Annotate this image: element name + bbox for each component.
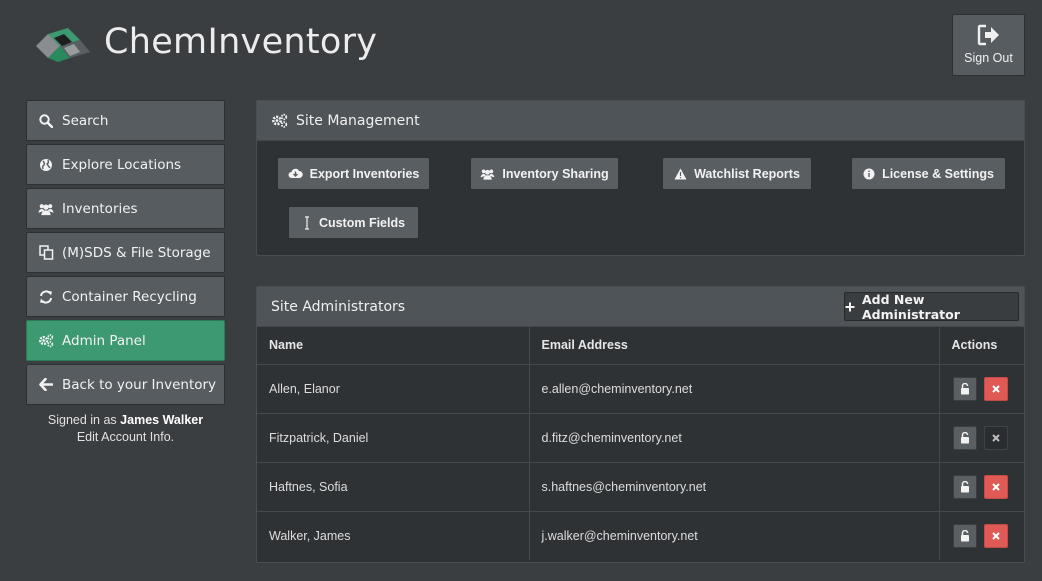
admin-email: s.haftnes@cheminventory.net <box>529 462 940 512</box>
unlock-button[interactable] <box>952 376 977 401</box>
column-header-name: Name <box>257 327 530 365</box>
unlock-icon <box>960 382 969 394</box>
admin-name: Allen, Elanor <box>257 364 530 414</box>
gears-icon <box>38 333 54 349</box>
warning-icon <box>674 168 687 180</box>
export-inventories-button[interactable]: Export Inventories <box>277 157 430 190</box>
admin-actions <box>939 364 1024 414</box>
admin-email: e.allen@cheminventory.net <box>529 364 940 414</box>
admin-email: j.walker@cheminventory.net <box>529 511 940 560</box>
table-row: Allen, Elanor e.allen@cheminventory.net <box>257 364 1024 414</box>
text-cursor-icon <box>302 215 312 230</box>
button-label: Inventory Sharing <box>502 166 609 181</box>
admin-actions <box>939 413 1024 463</box>
unlock-icon <box>960 529 969 542</box>
sign-out-button[interactable]: Sign Out <box>952 14 1025 76</box>
delete-button[interactable] <box>983 474 1008 499</box>
button-label: Watchlist Reports <box>694 166 800 181</box>
unlock-button[interactable] <box>952 523 977 548</box>
sidebar-item-container-recycling[interactable]: Container Recycling <box>26 276 225 317</box>
table-row: Haftnes, Sofia s.haftnes@cheminventory.n… <box>257 462 1024 512</box>
users-icon <box>480 168 495 180</box>
administrators-table: Name Email Address Actions Allen, Elanor… <box>257 327 1024 560</box>
delete-button[interactable] <box>983 376 1008 401</box>
table-header-row: Name Email Address Actions <box>257 327 1024 365</box>
custom-fields-button[interactable]: Custom Fields <box>288 206 419 239</box>
button-label: License & Settings <box>882 166 994 181</box>
sign-out-label: Sign Out <box>964 51 1013 65</box>
site-management-panel: Site Management Export Inventories Inven… <box>256 100 1025 256</box>
admin-name: Fitzpatrick, Daniel <box>257 413 530 463</box>
app-title: ChemInventory <box>104 22 378 62</box>
files-icon <box>38 245 54 261</box>
close-icon <box>991 482 1000 491</box>
delete-button[interactable] <box>983 523 1008 548</box>
admin-actions <box>939 511 1024 560</box>
close-icon <box>991 532 1000 540</box>
sidebar-item-label: Back to your Inventory <box>62 376 217 393</box>
refresh-icon <box>38 289 54 305</box>
unlock-icon <box>960 431 969 443</box>
sidebar-item-label: Search <box>62 112 109 129</box>
site-management-header: Site Management <box>257 101 1024 141</box>
close-icon <box>991 433 1000 442</box>
unlock-icon <box>960 480 969 492</box>
gears-icon <box>271 113 288 128</box>
site-administrators-panel: Site Administrators Add New Administrato… <box>256 286 1025 563</box>
panel-title: Site Administrators <box>271 298 406 315</box>
admin-name: Walker, James <box>257 511 530 560</box>
table-row: Walker, James j.walker@cheminventory.net <box>257 511 1024 560</box>
admin-name: Haftnes, Sofia <box>257 462 530 512</box>
plus-icon <box>845 302 855 312</box>
column-header-email: Email Address <box>529 327 940 365</box>
unlock-button[interactable] <box>952 425 977 450</box>
sidebar-item-label: Inventories <box>62 200 138 217</box>
cloud-download-icon <box>288 168 303 179</box>
sidebar-item-back-to-inventory[interactable]: Back to your Inventory <box>26 364 225 405</box>
users-icon <box>38 201 54 217</box>
button-label: Export Inventories <box>309 166 420 181</box>
globe-icon <box>38 157 54 173</box>
sidebar-item-search[interactable]: Search <box>26 100 225 141</box>
admin-actions <box>939 462 1024 512</box>
watchlist-reports-button[interactable]: Watchlist Reports <box>662 157 812 190</box>
sidebar-item-label: Explore Locations <box>62 156 182 173</box>
search-icon <box>38 113 54 129</box>
sidebar-item-label: Admin Panel <box>62 332 146 349</box>
sidebar-item-explore-locations[interactable]: Explore Locations <box>26 144 225 185</box>
info-icon <box>863 168 875 180</box>
button-label: Custom Fields <box>318 215 406 230</box>
sidebar-item-inventories[interactable]: Inventories <box>26 188 225 229</box>
close-icon <box>991 384 1000 393</box>
edit-account-link[interactable]: Edit Account Info. <box>26 429 225 446</box>
unlock-button[interactable] <box>952 474 977 499</box>
button-label: Add New Administrator <box>862 291 960 322</box>
app-logo <box>34 24 92 64</box>
sidebar-item-admin-panel[interactable]: Admin Panel <box>26 320 225 361</box>
add-administrator-button[interactable]: Add New Administrator <box>844 291 1019 322</box>
column-header-actions: Actions <box>939 327 1024 365</box>
panel-title: Site Management <box>296 112 420 129</box>
signed-in-prefix: Signed in as <box>47 413 117 427</box>
arrow-left-icon <box>38 377 54 393</box>
sidebar-item-sds-file-storage[interactable]: (M)SDS & File Storage <box>26 232 225 273</box>
license-settings-button[interactable]: License & Settings <box>851 157 1006 190</box>
delete-button-disabled <box>983 425 1008 450</box>
sidebar-item-label: (M)SDS & File Storage <box>62 244 211 261</box>
signed-in-info: Signed in as James Walker Edit Account I… <box>26 412 225 446</box>
sidebar-item-label: Container Recycling <box>62 288 197 305</box>
signed-in-user: James Walker <box>120 413 204 427</box>
sign-out-icon <box>977 24 999 46</box>
site-administrators-header: Site Administrators Add New Administrato… <box>257 287 1024 327</box>
admin-email: d.fitz@cheminventory.net <box>529 413 940 463</box>
table-row: Fitzpatrick, Daniel d.fitz@cheminventory… <box>257 413 1024 463</box>
inventory-sharing-button[interactable]: Inventory Sharing <box>470 157 619 190</box>
